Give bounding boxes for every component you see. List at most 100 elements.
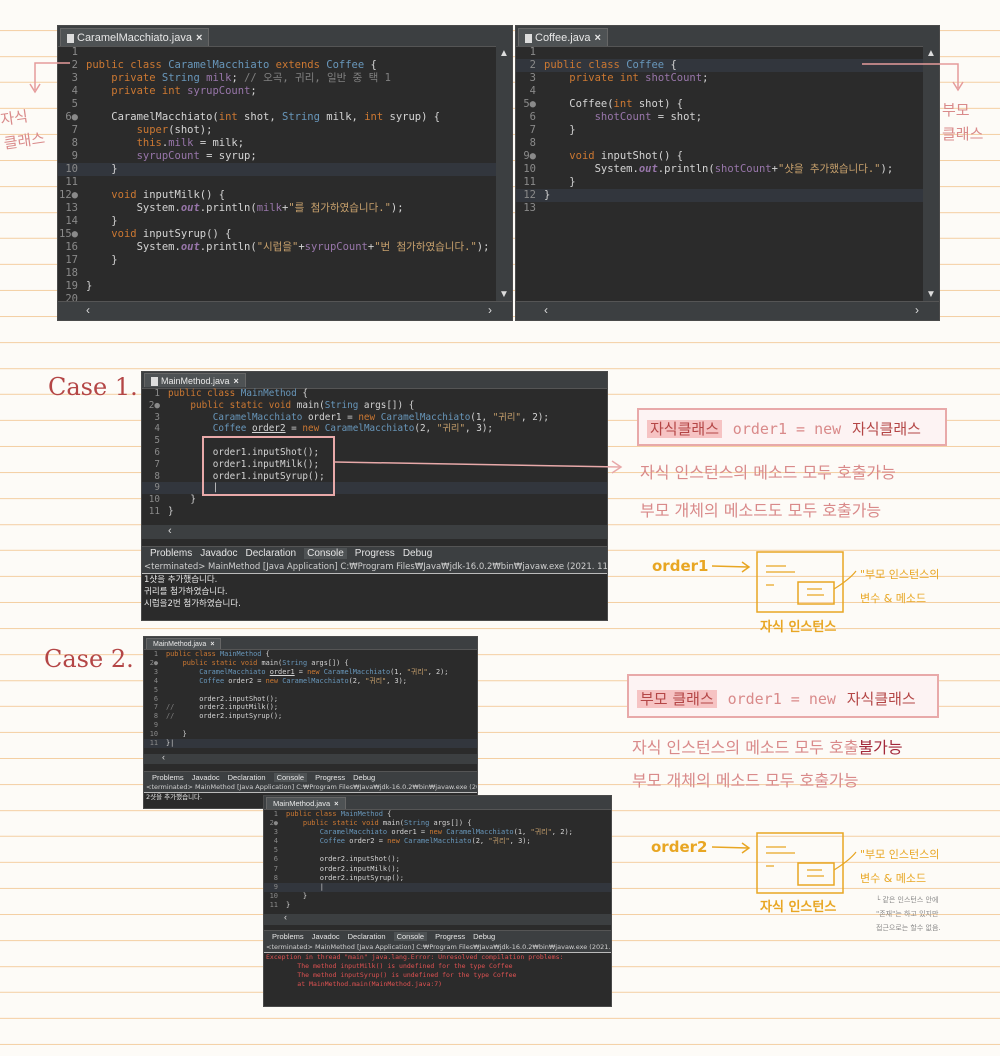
code-area[interactable]: 1 2 public class CaramelMacchiato extends … — [58, 46, 512, 306]
editor-tab-bar: MainMethod.java × — [144, 637, 477, 650]
view-tab-problems[interactable]: Problems — [150, 548, 192, 559]
java-file-icon — [151, 377, 158, 387]
scroll-left-icon[interactable]: ‹ — [168, 525, 172, 537]
coffee-editor-window: Coffee.java × 1 2 public class Coffee {3 pr… — [515, 25, 940, 321]
view-tab-console[interactable]: Console — [304, 548, 347, 559]
view-tab-declaration[interactable]: Declaration — [228, 773, 266, 782]
view-tab-problems[interactable]: Problems — [152, 773, 184, 782]
close-icon[interactable]: × — [234, 376, 239, 386]
code-line: 7 order1.inputMilk(); — [142, 459, 607, 471]
scroll-down-icon[interactable]: ▼ — [926, 289, 936, 300]
close-icon[interactable]: × — [594, 32, 600, 44]
view-tab-progress[interactable]: Progress — [315, 773, 345, 782]
code-text: void inputShot() { — [569, 150, 684, 162]
console-panel[interactable]: <terminated> MainMethod [Java Applicatio… — [142, 561, 607, 620]
view-tab-console[interactable]: Console — [393, 932, 428, 941]
case1-editor-window: MainMethod.java × 1 public class MainMetho… — [141, 371, 608, 621]
tab-mainmethod[interactable]: MainMethod.java × — [266, 797, 346, 809]
code-line: 5 — [58, 98, 512, 111]
view-tab-debug[interactable]: Debug — [403, 548, 432, 559]
code-line: 17 } — [58, 254, 512, 267]
tab-mainmethod[interactable]: MainMethod.java × — [144, 373, 246, 387]
tab-caramelmacchiato[interactable]: CaramelMacchiato.java × — [60, 28, 210, 46]
code-line: 8 order1.inputSyrup(); — [142, 471, 607, 483]
editor-hscrollbar[interactable]: ‹ — [144, 752, 477, 764]
view-tab-declaration[interactable]: Declaration — [348, 932, 386, 941]
scroll-up-icon[interactable]: ▲ — [499, 48, 509, 59]
view-tab-progress[interactable]: Progress — [435, 932, 465, 941]
code-text: System.out.println(shotCount+"샷을 추가했습니다.… — [544, 163, 894, 175]
view-tab-debug[interactable]: Debug — [473, 932, 495, 941]
parent-class-label: 부모 클래스 — [942, 101, 984, 143]
scroll-left-icon[interactable]: ‹ — [86, 303, 90, 317]
code-line: 12● void inputMilk() { — [58, 189, 512, 202]
vertical-scrollbar[interactable]: ▲ ▼ — [496, 46, 512, 302]
line-number: 3 — [529, 72, 536, 84]
line-number: 1 — [529, 46, 536, 58]
views-tab-bar[interactable]: Problems Javadoc Declaration Console Progres… — [264, 930, 611, 944]
code-line: 11} — [142, 506, 607, 518]
code-text: CaramelMacchiato(int shot, String milk, … — [86, 111, 441, 123]
editor-hscrollbar[interactable]: ‹ — [142, 525, 607, 539]
line-number: 9 — [154, 482, 160, 494]
scroll-left-icon[interactable]: ‹ — [284, 912, 287, 922]
editor-hscrollbar[interactable]: ‹ — [264, 912, 611, 925]
code-line: 10 } — [142, 494, 607, 506]
code-text: order1.inputSyrup(); — [168, 470, 325, 482]
horizontal-scrollbar[interactable]: ‹ › — [58, 301, 512, 320]
close-icon[interactable]: × — [334, 799, 338, 808]
code-text: }| — [166, 739, 175, 748]
view-tab-progress[interactable]: Progress — [355, 548, 395, 559]
scroll-right-icon[interactable]: › — [488, 303, 492, 317]
code-text: } — [168, 505, 174, 517]
view-tab-problems[interactable]: Problems — [272, 932, 304, 941]
tab-coffee[interactable]: Coffee.java × — [518, 28, 608, 46]
code-area[interactable]: 1 2 public class Coffee {3 private int sho… — [516, 46, 939, 215]
code-area[interactable]: 1 public class MainMethod {2● public stat… — [264, 810, 611, 910]
line-number: 11 — [523, 176, 536, 188]
view-tab-debug[interactable]: Debug — [353, 773, 375, 782]
code-line: 1 — [516, 46, 939, 59]
code-text: } — [166, 730, 187, 739]
code-text: order2.inputMilk(); — [286, 864, 400, 873]
case2-label: Case 2. — [44, 645, 134, 673]
scroll-left-icon[interactable]: ‹ — [544, 303, 548, 317]
line-number: 7 — [529, 124, 536, 136]
scroll-up-icon[interactable]: ▲ — [926, 48, 936, 59]
case1-var-order1: order1 — [652, 557, 709, 575]
close-icon[interactable]: × — [196, 32, 202, 44]
scroll-down-icon[interactable]: ▼ — [499, 289, 509, 300]
view-tab-declaration[interactable]: Declaration — [246, 548, 297, 559]
code-text: Coffee order2 = new CaramelMacchiato(2, … — [199, 676, 407, 685]
code-text: } — [544, 176, 576, 188]
console-panel[interactable]: <terminated> MainMethod [Java Applicatio… — [264, 943, 611, 1006]
view-tab-javadoc[interactable]: Javadoc — [192, 773, 220, 782]
java-file-icon — [525, 33, 532, 43]
code-text: super(shot); — [136, 124, 213, 136]
view-tab-javadoc[interactable]: Javadoc — [312, 932, 340, 941]
line-number: 3 — [273, 828, 278, 837]
console-output: 1샷을 추가했습니다. 귀리를 첨가하였습니다. 시럽을2번 첨가하였습니다. — [142, 574, 607, 610]
tab-label: Coffee.java — [535, 32, 591, 44]
var-arrow-head — [741, 842, 751, 854]
code-text: } — [168, 494, 196, 506]
close-icon[interactable]: × — [210, 641, 214, 648]
code-area[interactable]: 1 public class MainMethod {2● public stat… — [144, 650, 477, 748]
horizontal-scrollbar[interactable]: ‹ › — [516, 301, 939, 320]
scroll-right-icon[interactable]: › — [915, 303, 919, 317]
case2-var-order2: order2 — [651, 838, 708, 856]
editor-tab-bar: CaramelMacchiato.java × — [58, 26, 512, 47]
code-line: 5 — [142, 435, 607, 447]
line-number: 18 — [65, 267, 78, 279]
line-number: 7 — [71, 124, 78, 136]
code-area[interactable]: 1 public class MainMethod {2● public stat… — [142, 388, 607, 518]
code-text: } — [286, 891, 308, 900]
instance-lines — [766, 846, 795, 867]
tab-mainmethod[interactable]: MainMethod.java × — [146, 638, 222, 649]
vertical-scrollbar[interactable]: ▲ ▼ — [923, 46, 939, 302]
view-tab-javadoc[interactable]: Javadoc — [200, 548, 237, 559]
scroll-left-icon[interactable]: ‹ — [162, 752, 165, 762]
views-tab-bar[interactable]: Problems Javadoc Declaration Console Progres… — [142, 546, 607, 562]
line-number: 6● — [65, 111, 78, 123]
view-tab-console[interactable]: Console — [273, 773, 308, 782]
